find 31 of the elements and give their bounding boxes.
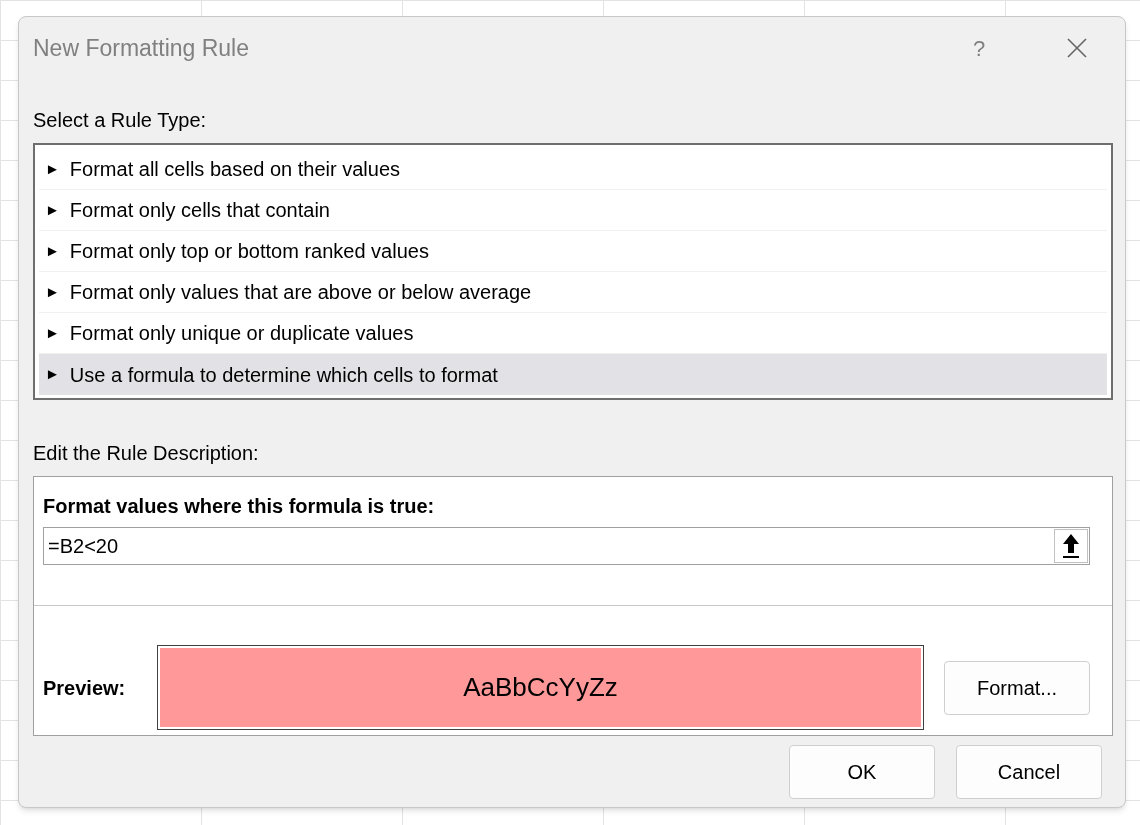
window-title: New Formatting Rule [33, 33, 251, 63]
collapse-button[interactable] [1054, 529, 1088, 563]
rule-type-item[interactable]: ► Use a formula to determine which cells to format [39, 354, 1107, 395]
rule-type-item[interactable]: ► Format only values that are above or below average [39, 272, 1107, 313]
preview-sample: AaBbCcYyZz [160, 648, 921, 727]
rule-type-label: Format only unique or duplicate values [69, 321, 414, 346]
format-button[interactable]: Format... [944, 660, 1090, 715]
formula-input[interactable]: =B2<20 [48, 531, 1054, 561]
bullet-arrow: ► [45, 364, 60, 385]
bullet-arrow: ► [45, 240, 60, 261]
rule-type-label: Format only top or bottom ranked values [69, 239, 429, 264]
rule-type-label: Use a formula to determine which cells to format [69, 362, 498, 388]
preview-label: Preview: [43, 675, 127, 701]
bullet-arrow: ► [45, 322, 60, 343]
formula-field[interactable]: =B2<20 [43, 527, 1090, 565]
rule-type-item[interactable]: ► Format only top or bottom ranked values [39, 231, 1107, 272]
rule-type-item[interactable]: ► Format all cells based on their values [39, 149, 1107, 190]
bullet-arrow: ► [45, 281, 60, 302]
section-label: Select a Rule Type: [33, 108, 207, 133]
bullet-arrow: ► [45, 199, 60, 220]
dialog-button[interactable]: Cancel [956, 745, 1102, 799]
rule-type-item[interactable]: ► Format only cells that contain [39, 190, 1107, 231]
close-icon [1067, 38, 1087, 58]
rule-type-label: Format only values that are above or below average [69, 280, 532, 305]
rule-type-label: Format only cells that contain [69, 198, 330, 223]
arrow-up-icon [1062, 533, 1080, 559]
bullet-arrow: ► [45, 158, 60, 179]
dialog-button[interactable]: OK [789, 745, 935, 799]
rule-type-label: Format all cells based on their values [69, 157, 400, 182]
formula-label: Format values where this formula is true: [43, 494, 435, 519]
section-label: Edit the Rule Description: [33, 441, 259, 466]
